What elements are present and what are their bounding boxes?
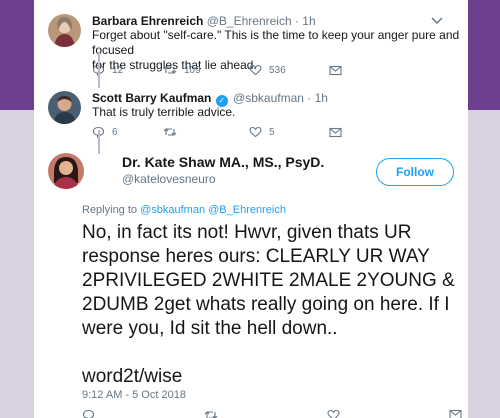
message-button[interactable] (329, 65, 349, 76)
tweet-2-actions: 6 5 (92, 126, 373, 138)
tweet-text-line: response heres ours: CLEARLY UR WAY (82, 246, 430, 267)
like-icon[interactable] (327, 409, 340, 418)
retweet-icon (163, 66, 177, 74)
author-handle[interactable]: @sbkaufman (233, 91, 304, 105)
message-icon (329, 127, 342, 137)
main-tweet-actions (82, 409, 462, 418)
like-icon (249, 126, 262, 138)
tweet-text-line: No, in fact its not! Hwvr, given thats U… (82, 222, 412, 243)
avatar-scott[interactable] (48, 91, 81, 124)
avatar-kate[interactable] (48, 153, 84, 189)
reply-count: 6 (112, 126, 118, 138)
like-count: 536 (269, 64, 286, 76)
chevron-down-icon[interactable] (430, 16, 444, 26)
author-handle[interactable]: @katelovesneuro (122, 172, 216, 186)
thread-connector (98, 130, 100, 154)
replying-to: Replying to @sbkaufman @B_Ehrenreich (82, 204, 286, 216)
message-icon[interactable] (449, 409, 462, 418)
author-name[interactable]: Barbara Ehrenreich (92, 14, 203, 28)
message-button[interactable] (329, 127, 349, 138)
like-count: 5 (269, 126, 275, 138)
retweet-icon (163, 128, 177, 136)
tweet-1-header: Barbara Ehrenreich @B_Ehrenreich · 1h (92, 14, 316, 28)
replying-prefix: Replying to (82, 204, 138, 216)
tweet-1-actions: 12 109 536 (92, 64, 373, 76)
tweet-text-line: 2DUMB 2get whats really going on here. I… (82, 294, 450, 315)
reply-icon[interactable] (82, 409, 95, 418)
like-icon (249, 64, 262, 76)
retweet-count: 109 (184, 64, 201, 76)
tweet-text-line: were you, Id sit the hell down.. (82, 318, 338, 339)
message-icon (329, 65, 342, 75)
tweet-2-text: That is truly terrible advice. (92, 105, 236, 119)
follow-button[interactable]: Follow (376, 158, 454, 186)
retweet-button[interactable] (163, 126, 225, 138)
tweet-timestamp[interactable]: 9:12 AM - 5 Oct 2018 (82, 389, 186, 401)
tweet-time[interactable]: · 1h (307, 91, 328, 105)
author-name[interactable]: Scott Barry Kaufman (92, 91, 211, 105)
main-tweet-text: No, in fact its not! Hwvr, given thats U… (82, 221, 462, 389)
reply-count: 12 (112, 64, 124, 76)
retweet-button[interactable]: 109 (163, 64, 225, 76)
author-handle[interactable]: @B_Ehrenreich (207, 14, 292, 28)
replying-mentions[interactable]: @sbkaufman @B_Ehrenreich (140, 204, 286, 216)
author-name[interactable]: Dr. Kate Shaw MA., MS., PsyD. (122, 154, 324, 170)
tweet-thread-card: Barbara Ehrenreich @B_Ehrenreich · 1h Fo… (34, 0, 468, 418)
like-button[interactable]: 536 (249, 64, 305, 76)
retweet-icon[interactable] (204, 409, 218, 418)
avatar-barbara[interactable] (48, 14, 81, 47)
like-button[interactable]: 5 (249, 126, 305, 138)
thread-connector (98, 52, 100, 88)
tweet-text-line: 2PRIVILEGED 2WHITE 2MALE 2YOUNG & (82, 270, 455, 291)
tweet-text-line: Forget about "self-care." This is the ti… (92, 28, 460, 57)
tweet-time[interactable]: · 1h (295, 14, 316, 28)
tweet-signoff: word2t/wise (82, 366, 183, 387)
